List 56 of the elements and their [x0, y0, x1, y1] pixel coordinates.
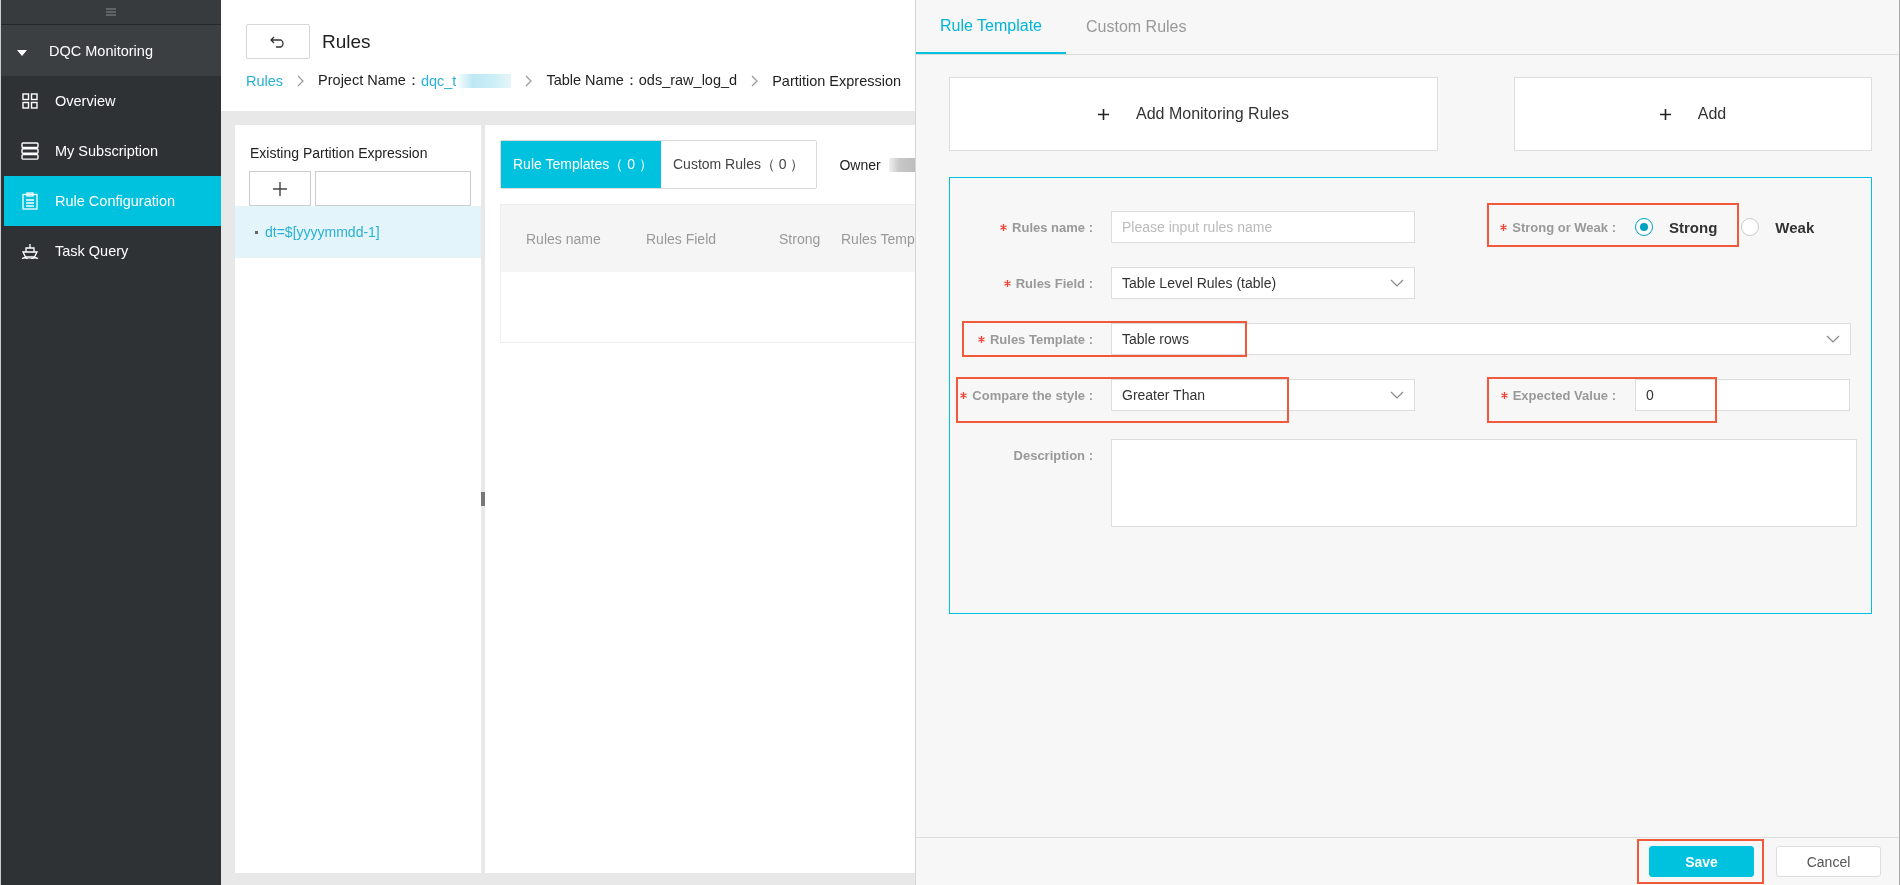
- plus-icon: [1659, 108, 1671, 120]
- page-title: Rules: [322, 30, 371, 53]
- column-header: Rules Field: [646, 230, 718, 247]
- caret-down-icon: [17, 49, 27, 56]
- owner-label: Owner: [839, 156, 881, 173]
- radio-option[interactable]: Strong: [1635, 218, 1718, 236]
- add-button[interactable]: [249, 171, 311, 206]
- radio-button[interactable]: [1635, 218, 1653, 236]
- dropdown[interactable]: Table Level Rules (table): [1111, 267, 1415, 299]
- panel-title: Existing Partition Expression: [249, 144, 429, 161]
- sidebar-item[interactable]: Task Query: [1, 226, 221, 276]
- description-field[interactable]: [1111, 439, 1857, 527]
- ship-icon: [21, 243, 39, 259]
- bullet-icon: [255, 230, 258, 234]
- back-button[interactable]: [246, 24, 310, 59]
- resize-handle[interactable]: [481, 492, 485, 506]
- field-label: Compare the style :: [950, 379, 1111, 404]
- chevron-down-icon: [1390, 391, 1404, 399]
- chevron-right-icon: [297, 74, 305, 87]
- plus-icon: [273, 181, 287, 196]
- cancel-button[interactable]: Cancel: [1776, 846, 1881, 877]
- radio-button[interactable]: [1741, 218, 1760, 236]
- plus-icon: [1098, 108, 1109, 120]
- column-header: Strong: [779, 230, 822, 247]
- field-label: Description :: [1012, 447, 1094, 464]
- partition-label: dt=$[yyyymmdd-1]: [265, 224, 380, 240]
- clipboard-icon: [21, 192, 39, 210]
- grid-icon: [21, 93, 39, 109]
- breadcrumb-item[interactable]: Table Name：ods_raw_log_d: [546, 71, 738, 90]
- menu-icon[interactable]: [106, 8, 116, 16]
- partition-input[interactable]: [315, 171, 471, 206]
- sidebar-item[interactable]: Overview: [1, 76, 221, 126]
- column-header: Rules Temp: [841, 230, 915, 247]
- dropdown[interactable]: Greater Than: [1111, 379, 1415, 411]
- chevron-down-icon: [1826, 335, 1840, 343]
- breadcrumb-item[interactable]: Partition Expression: [772, 72, 902, 89]
- field-label: Rules Field :: [950, 267, 1111, 292]
- chevron-right-icon: [525, 74, 533, 87]
- sidebar-group-header[interactable]: DQC Monitoring: [1, 25, 221, 76]
- breadcrumb-label: Project Name：: [318, 71, 421, 90]
- text-field[interactable]: Please input rules name: [1111, 211, 1415, 243]
- server-icon: [21, 142, 39, 160]
- field-label: Rules Template :: [950, 323, 1111, 348]
- column-header: Rules name: [526, 230, 602, 247]
- add-rule-button[interactable]: Add Monitoring Rules: [949, 77, 1438, 151]
- text-field[interactable]: 0: [1635, 379, 1850, 411]
- add-rule-button[interactable]: Add: [1514, 77, 1872, 151]
- undo-arrow-icon: [270, 35, 286, 48]
- field-label: Rules name :: [950, 211, 1111, 236]
- sidebar-item[interactable]: My Subscription: [1, 126, 221, 176]
- field-label: Expected Value :: [1475, 379, 1635, 404]
- radio-option[interactable]: Weak: [1741, 218, 1815, 236]
- dropdown[interactable]: Table rows: [1111, 323, 1851, 355]
- field-label: Strong or Weak :: [1475, 211, 1635, 236]
- chevron-right-icon: [751, 74, 759, 87]
- chevron-down-icon: [1390, 279, 1404, 287]
